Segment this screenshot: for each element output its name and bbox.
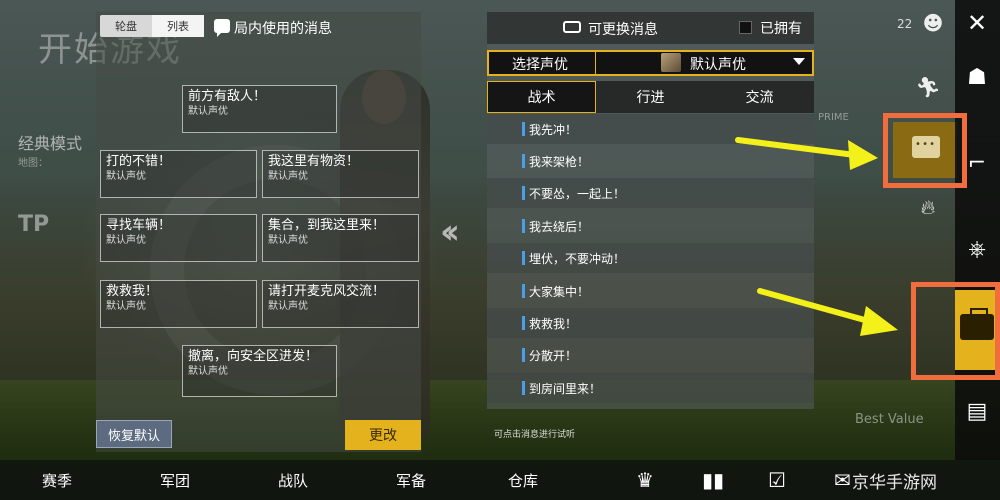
nav-season[interactable]: 赛季 xyxy=(42,470,72,491)
list-item-text: 分散开！ xyxy=(529,348,578,363)
preview-hint: 可点击消息进行试听 xyxy=(494,430,576,440)
list-item[interactable]: 大家集中！ xyxy=(487,276,814,306)
message-voice: 默认声优 xyxy=(188,366,228,377)
message-voice: 默认声优 xyxy=(106,301,146,312)
message-text: 打的不错！ xyxy=(106,154,172,169)
owned-label: 已拥有 xyxy=(760,21,802,37)
right-panel-title: 可更换消息 xyxy=(588,22,658,38)
tab-wheel[interactable]: 轮盘 xyxy=(100,15,152,37)
list-marker xyxy=(522,122,525,136)
message-text: 前方有敌人！ xyxy=(188,89,267,104)
nav-team[interactable]: 战队 xyxy=(278,470,308,491)
message-text: 我这里有物资！ xyxy=(268,154,360,169)
list-item[interactable]: 救救我！ xyxy=(487,308,814,338)
list-item-text: 我来架枪！ xyxy=(529,154,590,169)
mail-icon[interactable]: ✉ xyxy=(834,468,851,492)
message-text: 请打开麦克风交流！ xyxy=(268,284,386,299)
map-text: 地图： xyxy=(18,158,48,169)
list-item[interactable]: 埋伏，不要冲动！ xyxy=(487,243,814,273)
list-item[interactable]: 不要怂，一起上！ xyxy=(487,178,814,208)
voice-select-label: 选择声优 xyxy=(512,57,568,73)
message-text: 集合，到我这里来！ xyxy=(268,218,386,233)
best-value-text: Best Value xyxy=(855,412,924,427)
panel-title: 局内使用的消息 xyxy=(234,21,332,37)
wheel-message-slot[interactable]: 请打开麦克风交流！ 默认声优 xyxy=(262,280,419,328)
fire-icon[interactable]: 🔥︎ xyxy=(913,192,943,222)
wheel-message-slot[interactable]: 救救我！ 默认声优 xyxy=(100,280,257,328)
tab-communicate[interactable]: 交流 xyxy=(705,81,814,113)
wheel-message-slot[interactable]: 集合，到我这里来！ 默认声优 xyxy=(262,214,419,262)
coin-count: 22 xyxy=(897,17,913,31)
watermark: 京华手游网 xyxy=(852,473,937,493)
chevron-down-icon[interactable] xyxy=(793,58,805,65)
message-voice: 默认声优 xyxy=(268,171,308,182)
runner-icon[interactable]: 🏃︎ xyxy=(913,72,943,102)
list-item[interactable]: 到房间里来！ xyxy=(487,373,814,403)
wheel-message-slot[interactable]: 寻找车辆！ 默认声优 xyxy=(100,214,257,262)
chat-icon xyxy=(214,19,230,37)
double-chevron-left-icon: ‹‹ xyxy=(440,212,460,252)
list-item[interactable]: 我来架枪！ xyxy=(487,146,814,176)
list-marker xyxy=(522,348,525,362)
close-icon[interactable]: ✕ xyxy=(962,8,992,38)
list-item[interactable]: 我先冲！ xyxy=(487,114,814,144)
character-icon[interactable]: ☗ xyxy=(962,62,992,92)
highlight-box xyxy=(883,113,967,188)
voice-actor-avatar xyxy=(661,53,681,72)
nav-warehouse[interactable]: 仓库 xyxy=(508,470,538,491)
list-marker xyxy=(522,381,525,395)
list-marker xyxy=(522,316,525,330)
message-text: 撤离，向安全区进发！ xyxy=(188,349,319,364)
tab-move[interactable]: 行进 xyxy=(596,81,705,113)
message-text: 寻找车辆！ xyxy=(106,218,172,233)
highlight-box xyxy=(911,282,1000,380)
view-mode-tabs: 轮盘 列表 xyxy=(100,15,204,37)
owned-checkbox[interactable] xyxy=(739,21,752,34)
steering-wheel-icon[interactable]: ⎈ xyxy=(962,234,992,264)
message-voice: 默认声优 xyxy=(268,235,308,246)
message-voice: 默认声优 xyxy=(188,106,228,117)
list-marker xyxy=(522,251,525,265)
wheel-message-slot[interactable]: 我这里有物资！ 默认声优 xyxy=(262,150,419,198)
nav-armory[interactable]: 军备 xyxy=(396,470,426,491)
list-item-text: 大家集中！ xyxy=(529,284,590,299)
list-marker xyxy=(522,186,525,200)
message-voice: 默认声优 xyxy=(106,171,146,182)
stats-icon[interactable]: ▮▮ xyxy=(702,468,724,492)
list-item-text: 埋伏，不要冲动！ xyxy=(529,251,626,266)
list-item-text: 我先冲！ xyxy=(529,122,578,137)
wheel-message-slot[interactable]: 前方有敌人！ 默认声优 xyxy=(182,85,337,133)
voice-select-value[interactable]: 默认声优 xyxy=(690,54,746,74)
list-item-text: 不要怂，一起上！ xyxy=(529,186,626,201)
message-voice: 默认声优 xyxy=(106,235,146,246)
checklist-icon[interactable]: ☑ xyxy=(768,468,786,492)
mode-text: 经典模式 xyxy=(18,134,83,153)
emoji-icon[interactable]: ☻ xyxy=(918,8,948,38)
swap-icon xyxy=(563,21,581,33)
list-marker xyxy=(522,154,525,168)
list-marker xyxy=(522,219,525,233)
list-marker xyxy=(522,284,525,298)
boxes-icon[interactable]: ▤ xyxy=(962,396,992,426)
list-item-text: 救救我！ xyxy=(529,316,578,331)
message-voice: 默认声优 xyxy=(268,301,308,312)
divider xyxy=(595,52,596,74)
nav-legion[interactable]: 军团 xyxy=(160,470,190,491)
prime-text: PRIME xyxy=(818,112,849,123)
tab-list[interactable]: 列表 xyxy=(152,15,204,37)
tpp-text: TP xyxy=(18,212,50,237)
list-item-text: 我去绕后！ xyxy=(529,219,590,234)
list-item[interactable]: 分散开！ xyxy=(487,340,814,370)
list-item[interactable]: 我去绕后！ xyxy=(487,211,814,241)
tab-tactics[interactable]: 战术 xyxy=(487,81,596,113)
change-button[interactable]: 更改 xyxy=(345,420,421,450)
message-text: 救救我！ xyxy=(106,284,159,299)
wheel-message-slot[interactable]: 撤离，向安全区进发！ 默认声优 xyxy=(182,345,337,397)
wheel-message-slot[interactable]: 打的不错！ 默认声优 xyxy=(100,150,257,198)
reset-default-button[interactable]: 恢复默认 xyxy=(96,420,172,448)
trophy-icon[interactable]: ♛ xyxy=(636,468,654,492)
list-item-text: 到房间里来！ xyxy=(529,381,602,396)
